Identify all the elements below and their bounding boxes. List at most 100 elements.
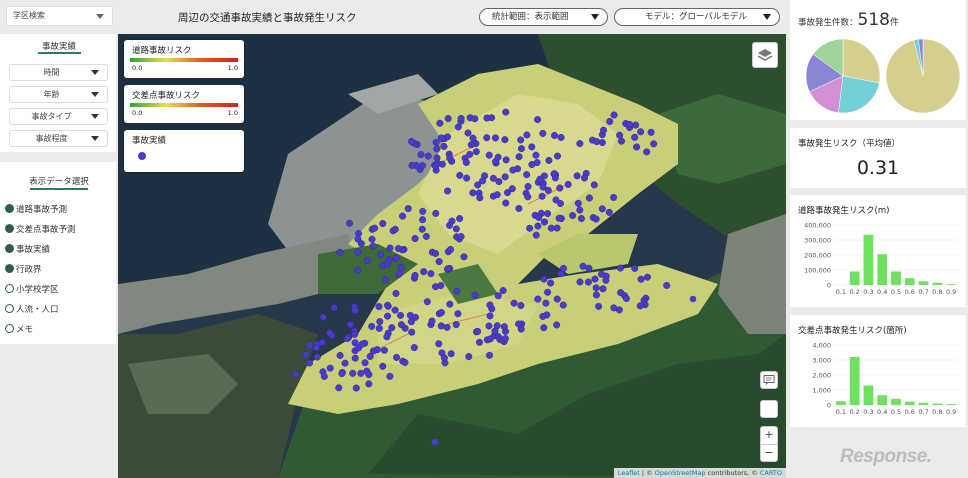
- accident-point: [532, 151, 540, 159]
- accident-point: [318, 338, 326, 346]
- accident-point: [341, 359, 349, 367]
- accident-point: [394, 245, 402, 253]
- accident-count-card: 事故発生件数：518件: [790, 0, 966, 120]
- accident-point: [422, 232, 430, 240]
- y-tick-label: 1,000: [812, 387, 831, 395]
- accident-point: [544, 186, 552, 194]
- model-select[interactable]: モデル：グローバルモデル: [614, 8, 780, 26]
- accident-count-value: 518: [857, 10, 890, 30]
- accident-point: [423, 298, 431, 306]
- accident-point: [517, 325, 525, 333]
- accident-point: [428, 317, 436, 325]
- accident-point: [544, 210, 552, 218]
- pie-chart-accident-type: [805, 38, 881, 114]
- layer-toggle-accidents[interactable]: [5, 244, 14, 253]
- histogram-bar: [849, 357, 860, 405]
- accident-point: [539, 129, 547, 137]
- zoom-in-button[interactable]: +: [761, 427, 777, 445]
- chevron-down-icon: [591, 14, 599, 20]
- accident-point: [534, 116, 542, 124]
- accident-point: [379, 220, 387, 228]
- accident-point: [379, 362, 387, 370]
- accident-point: [534, 222, 542, 230]
- memo-button[interactable]: [760, 371, 778, 389]
- accident-point: [501, 136, 509, 144]
- accident-point: [474, 327, 482, 335]
- x-tick-label: 0.5: [891, 288, 901, 296]
- zoom-out-button[interactable]: −: [761, 445, 777, 461]
- layer-toggle-memo[interactable]: [5, 324, 14, 333]
- accident-point: [384, 312, 392, 320]
- chevron-down-icon: [763, 14, 771, 20]
- map-view[interactable]: 道路事故リスク 0.0 1.0 交差点事故リスク 0.0 1.0 事故実績 + …: [118, 34, 786, 478]
- osm-link[interactable]: OpenStreetMap: [655, 469, 706, 477]
- layer-label-admin-boundary: 行政界: [16, 265, 42, 275]
- accident-point: [312, 344, 320, 352]
- accident-point: [302, 350, 310, 358]
- layer-toggle-admin-boundary[interactable]: [5, 264, 14, 273]
- accident-point: [485, 322, 493, 330]
- carto-link[interactable]: CARTO: [760, 469, 782, 477]
- accident-point: [564, 180, 572, 188]
- accident-point: [432, 138, 440, 146]
- histogram-bar: [877, 254, 888, 285]
- accident-point: [491, 134, 499, 142]
- accident-point: [689, 295, 697, 303]
- section-underline: [30, 188, 88, 190]
- layer-section-title: 表示データ選択: [29, 177, 89, 187]
- accident-point: [643, 273, 651, 281]
- accident-point: [452, 225, 460, 233]
- legend-gradient: [130, 103, 238, 107]
- accident-point: [437, 322, 445, 330]
- legend-max: 1.0: [227, 109, 238, 117]
- accident-point: [392, 289, 400, 297]
- filter-accident-type[interactable]: 事故タイプ: [9, 108, 108, 125]
- histogram-bar: [849, 271, 860, 285]
- school-district-select[interactable]: 学区検索: [6, 6, 113, 26]
- accident-point: [592, 284, 600, 292]
- accident-point: [517, 136, 525, 144]
- layer-toggle-school-district[interactable]: [5, 284, 14, 293]
- accident-point: [305, 359, 313, 367]
- accident-point: [346, 219, 354, 227]
- accident-point: [515, 204, 523, 212]
- leaflet-link[interactable]: Leaflet: [618, 469, 640, 477]
- y-tick-label: 200,000: [804, 252, 831, 260]
- accident-point: [351, 339, 359, 347]
- chevron-down-icon: [91, 92, 99, 97]
- legend-accidents: 事故実績: [124, 130, 244, 172]
- layer-toggle-population-flow[interactable]: [5, 304, 14, 313]
- accident-point: [524, 193, 532, 201]
- stat-range-select[interactable]: 統計範囲：表示範囲: [479, 8, 608, 26]
- accident-point: [326, 329, 334, 337]
- filter-severity[interactable]: 事故程度: [9, 130, 108, 147]
- layer-toggle-road-risk[interactable]: [5, 204, 14, 213]
- accident-point: [486, 301, 494, 309]
- accident-point: [540, 218, 548, 226]
- filter-age[interactable]: 年齢: [9, 86, 108, 103]
- y-tick-label: 0: [827, 402, 831, 410]
- accident-point: [593, 138, 601, 146]
- right-panel: 事故発生件数：518件 事故発生リスク（平均値） 0.31 道路事故発生リスク(…: [786, 0, 968, 478]
- accident-point: [381, 276, 389, 284]
- accident-point: [457, 233, 465, 241]
- intersection-risk-histogram-card: 交差点事故発生リスク(箇所) 0 1,000 2,000 3,000 4,000 0.1 0…: [790, 315, 966, 427]
- layer-toggle-intersection-risk[interactable]: [5, 224, 14, 233]
- pie-chart-accident-severity: [885, 38, 961, 114]
- accident-point: [419, 216, 427, 224]
- accident-point: [336, 248, 344, 256]
- accident-point: [386, 244, 394, 252]
- accident-point: [476, 194, 484, 202]
- accident-point: [515, 153, 523, 161]
- x-tick-label: 0.9: [946, 408, 956, 416]
- filter-time[interactable]: 時間: [9, 64, 108, 81]
- accident-point: [600, 126, 608, 134]
- x-tick-label: 0.7: [918, 288, 928, 296]
- accident-point: [335, 384, 343, 392]
- layers-control-button[interactable]: [752, 42, 778, 68]
- accident-point: [501, 335, 509, 343]
- accident-point: [576, 206, 584, 214]
- accident-point: [559, 264, 567, 272]
- blank-control-button[interactable]: [760, 400, 778, 418]
- accident-point: [467, 141, 475, 149]
